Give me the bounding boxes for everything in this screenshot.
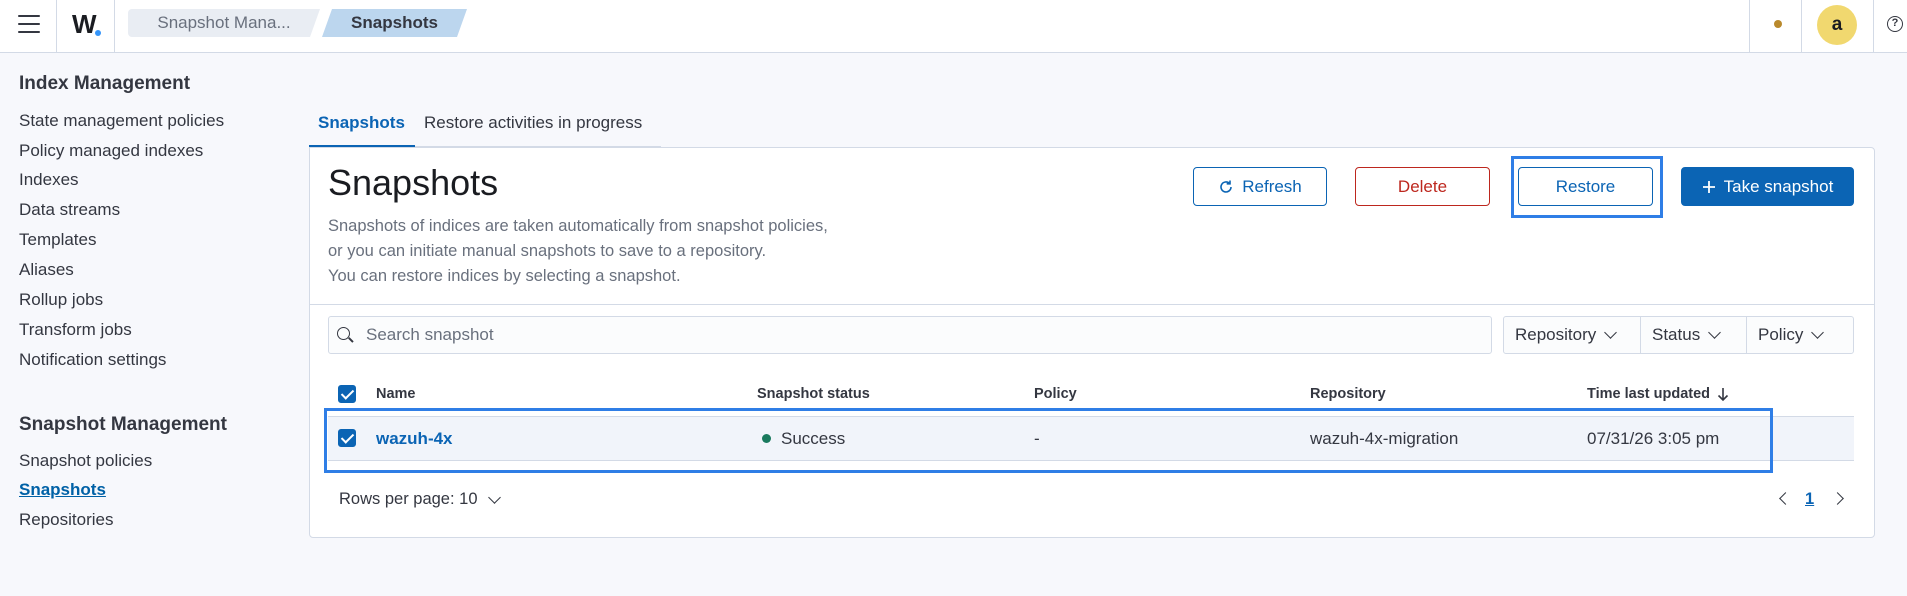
rows-per-page-select[interactable]: Rows per page: 10 — [339, 490, 501, 509]
divider — [1873, 0, 1874, 53]
sidebar-item-state-management-policies[interactable]: State management policies — [19, 111, 224, 131]
sidebar-item-notification-settings[interactable]: Notification settings — [19, 350, 166, 370]
restore-highlight — [1511, 156, 1663, 218]
filter-label: Policy — [1758, 325, 1804, 344]
column-header-repository[interactable]: Repository — [1310, 386, 1386, 402]
sidebar-item-data-streams[interactable]: Data streams — [19, 200, 120, 220]
page-title: Snapshots — [328, 162, 499, 203]
divider — [114, 0, 115, 53]
column-header-status[interactable]: Snapshot status — [757, 386, 870, 402]
delete-label: Delete — [1397, 176, 1448, 196]
take-snapshot-button[interactable]: Take snapshot — [1681, 167, 1854, 206]
column-header-policy[interactable]: Policy — [1034, 386, 1077, 402]
help-icon[interactable]: ? — [1887, 16, 1903, 32]
sidebar-title-index-management: Index Management — [19, 73, 191, 94]
description-line: Snapshots of indices are taken automatic… — [328, 217, 828, 235]
panel-separator — [310, 304, 1874, 305]
user-avatar[interactable]: a — [1817, 5, 1857, 45]
sidebar-item-transform-jobs[interactable]: Transform jobs — [19, 320, 132, 340]
search-icon — [337, 327, 350, 340]
delete-button[interactable]: Delete — [1355, 167, 1490, 206]
page-number-1[interactable]: 1 — [1805, 490, 1814, 509]
select-all-checkbox[interactable] — [338, 385, 356, 403]
chevron-down-icon — [487, 490, 501, 504]
breadcrumb-snapshot-management[interactable]: Snapshot Mana... — [128, 9, 320, 37]
filter-status[interactable]: Status — [1652, 316, 1722, 354]
refresh-button[interactable]: Refresh — [1193, 167, 1327, 206]
filter-repository[interactable]: Repository — [1515, 316, 1618, 354]
divider — [1746, 317, 1747, 353]
sidebar-item-policy-managed-indexes[interactable]: Policy managed indexes — [19, 141, 203, 161]
divider — [1749, 0, 1750, 53]
take-snapshot-label: Take snapshot — [1723, 176, 1834, 196]
wazuh-logo[interactable]: W — [72, 9, 97, 40]
description-line: You can restore indices by selecting a s… — [328, 267, 681, 285]
menu-icon[interactable] — [18, 15, 40, 33]
sidebar-title-snapshot-management: Snapshot Management — [19, 414, 227, 435]
divider — [1801, 0, 1802, 53]
filter-policy[interactable]: Policy — [1758, 316, 1825, 354]
column-header-name[interactable]: Name — [376, 386, 416, 402]
sidebar-item-indexes[interactable]: Indexes — [19, 170, 79, 190]
refresh-icon — [1220, 180, 1233, 193]
sidebar-item-rollup-jobs[interactable]: Rollup jobs — [19, 290, 103, 310]
tab-restore-activities[interactable]: Restore activities in progress — [424, 113, 642, 133]
sidebar-item-repositories[interactable]: Repositories — [19, 510, 114, 530]
plus-icon — [1702, 180, 1715, 193]
logo-dot — [95, 30, 101, 36]
rows-per-page-label: Rows per page: 10 — [339, 490, 478, 508]
divider — [1640, 317, 1641, 353]
breadcrumb-snapshots: Snapshots — [322, 9, 467, 37]
chevron-down-icon — [1708, 326, 1722, 339]
filter-label: Repository — [1515, 325, 1597, 344]
divider — [56, 0, 57, 53]
sort-descending-icon[interactable] — [1716, 387, 1730, 402]
sidebar-item-templates[interactable]: Templates — [19, 230, 96, 250]
sidebar-item-snapshots[interactable]: Snapshots — [19, 480, 106, 500]
filter-label: Status — [1652, 325, 1701, 344]
search-input[interactable] — [366, 319, 1476, 351]
chevron-down-icon — [1604, 326, 1618, 339]
tab-snapshots[interactable]: Snapshots — [318, 113, 405, 133]
description-line: or you can initiate manual snapshots to … — [328, 242, 767, 260]
row-highlight — [324, 408, 1773, 473]
news-indicator-icon[interactable] — [1774, 20, 1782, 28]
chevron-down-icon — [1811, 326, 1825, 339]
sidebar-item-snapshot-policies[interactable]: Snapshot policies — [19, 451, 152, 471]
sidebar-item-aliases[interactable]: Aliases — [19, 260, 74, 280]
column-header-time-last-updated[interactable]: Time last updated — [1587, 386, 1710, 402]
refresh-label: Refresh — [1242, 176, 1302, 196]
